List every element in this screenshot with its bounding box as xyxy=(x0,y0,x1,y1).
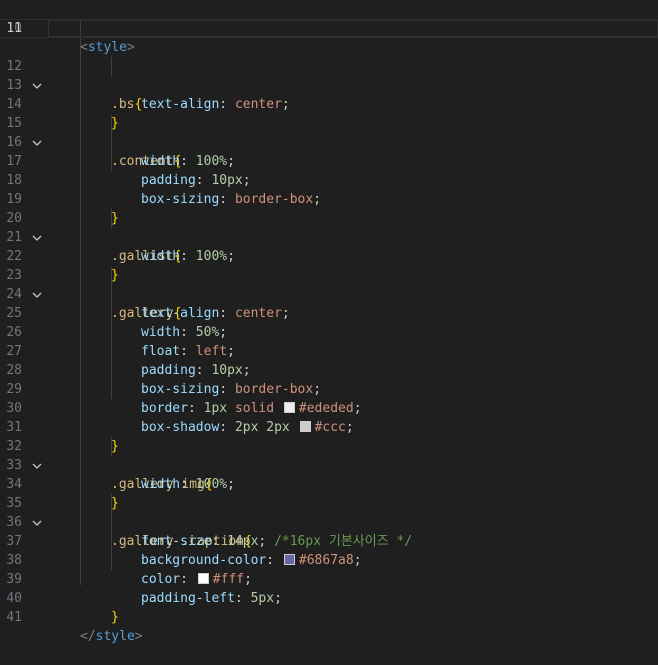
code-line-39[interactable]: 39 padding-left: 5px; xyxy=(0,551,658,606)
code-text: } xyxy=(111,610,119,625)
current-line-highlight xyxy=(48,20,658,37)
code-line-20[interactable]: 20 .gallist{ xyxy=(0,190,658,264)
line-number: 11 xyxy=(6,21,22,36)
code-line-23[interactable]: 23 .gallery{ xyxy=(0,247,658,321)
code-line-22[interactable]: 22 } xyxy=(0,228,658,283)
code-editor[interactable]: 10 <style> 11 12 .bs{ 13 text-align: cen… xyxy=(0,0,658,644)
code-line-29[interactable]: 29 border: 1px solid #ededed; xyxy=(0,361,658,416)
code-line-10[interactable]: 10 <style> xyxy=(0,0,658,55)
code-line-36[interactable]: 36 font-size: 14px; /*16px 기본사이즈 */ xyxy=(0,494,658,549)
code-line-40[interactable]: 40 } xyxy=(0,570,658,625)
code-line-13[interactable]: 13 text-align: center; xyxy=(0,57,658,112)
code-line-25[interactable]: 25 width: 50%; xyxy=(0,285,658,340)
code-line-11-current[interactable]: 11 xyxy=(0,19,658,38)
code-line-37[interactable]: 37 background-color: #6867a8; xyxy=(0,513,658,568)
code-line-41[interactable]: 41 </style> xyxy=(0,589,658,644)
code-line-38[interactable]: 38 color: #fff; xyxy=(0,532,658,587)
code-line-28[interactable]: 28 box-sizing: border-box; xyxy=(0,342,658,397)
code-line-12[interactable]: 12 .bs{ xyxy=(0,38,658,112)
code-line-31[interactable]: 31 } xyxy=(0,399,658,454)
code-line-21[interactable]: 21 width: 100%; xyxy=(0,209,658,264)
code-line-16[interactable]: 16 width: 100%; xyxy=(0,114,658,169)
code-line-18[interactable]: 18 box-sizing: border-box; xyxy=(0,152,658,207)
code-line-24[interactable]: 24 text-align: center; xyxy=(0,266,658,321)
code-line-34[interactable]: 34 } xyxy=(0,456,658,511)
code-line-26[interactable]: 26 float: left; xyxy=(0,304,658,359)
code-line-17[interactable]: 17 padding: 10px; xyxy=(0,133,658,188)
code-line-30[interactable]: 30 box-shadow: 2px 2px #ccc; xyxy=(0,380,658,435)
code-line-33[interactable]: 33 width: 100%; xyxy=(0,437,658,492)
line-number: 41 xyxy=(6,610,22,625)
code-line-32[interactable]: 32 .gallery img{ xyxy=(0,418,658,492)
code-line-27[interactable]: 27 padding: 10px; xyxy=(0,323,658,378)
code-line-35[interactable]: 35 .gallery .caption{ xyxy=(0,475,658,549)
code-line-14[interactable]: 14 } xyxy=(0,76,658,131)
code-line-19[interactable]: 19 } xyxy=(0,171,658,226)
code-line-15[interactable]: 15 .content{ xyxy=(0,95,658,169)
code-text: </style> xyxy=(80,629,143,644)
